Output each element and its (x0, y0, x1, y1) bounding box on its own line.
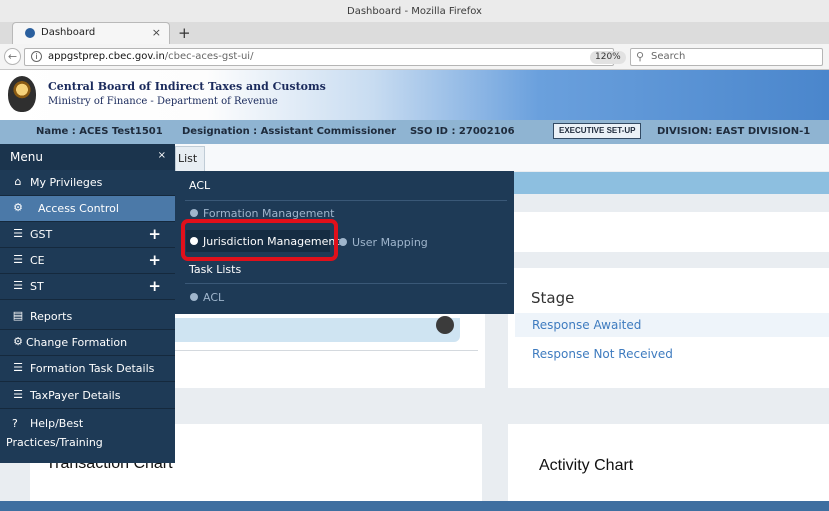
sidebar-item-reports[interactable]: ▤ Reports (0, 304, 175, 330)
sidebar-item-label: My Privileges (30, 176, 103, 189)
question-icon: ? (12, 417, 18, 430)
navigation-bar: ← i appgstprep.cbec.gov.in/cbec-aces-gst… (0, 44, 829, 70)
tasks-icon: ☰ (13, 388, 23, 401)
sidebar-item-change-formation[interactable]: ⚙ Change Formation (0, 330, 175, 356)
stage-link-response-awaited[interactable]: Response Awaited (532, 318, 641, 332)
window-titlebar: Dashboard - Mozilla Firefox (0, 0, 829, 24)
tab-strip: Dashboard × + (0, 22, 829, 44)
search-input[interactable]: ⚲ Search (630, 48, 823, 66)
expand-plus-icon[interactable]: + (148, 251, 161, 269)
user-info-bar: Name : ACES Test1501 Designation : Assis… (0, 120, 829, 144)
search-icon: ⚲ (636, 50, 645, 63)
home-icon: ⌂ (14, 175, 22, 188)
sidebar-item-label: Formation Task Details (30, 362, 155, 375)
division: DIVISION: EAST DIVISION-1 (657, 126, 811, 137)
search-placeholder: Search (651, 51, 686, 62)
sidebar-item-label: TaxPayer Details (30, 389, 121, 402)
circle-arrow-icon (339, 238, 347, 246)
back-arrow-icon[interactable]: ← (4, 48, 21, 65)
sidebar-item-label: ST (30, 280, 44, 293)
stage-link-response-not-received[interactable]: Response Not Received (532, 347, 673, 361)
list-icon: ☰ (13, 279, 23, 292)
zoom-level[interactable]: 120% (590, 51, 626, 64)
sidebar-item-label: Practices/Training (6, 436, 103, 449)
list-icon: ☰ (13, 227, 23, 240)
link-user-mapping[interactable]: User Mapping (339, 236, 428, 249)
highlight-box (181, 219, 338, 261)
file-icon: ▤ (12, 309, 24, 322)
user-name: Name : ACES Test1501 (36, 126, 163, 137)
activity-chart-title: Activity Chart (539, 457, 634, 474)
dashboard-icon: ⚙ (13, 201, 23, 214)
tab-close-icon[interactable]: × (152, 26, 161, 39)
tasks-icon: ☰ (13, 361, 23, 374)
url-text: appgstprep.cbec.gov.in/cbec-aces-gst-ui/ (48, 51, 254, 62)
expand-plus-icon[interactable]: + (148, 277, 161, 295)
dropdown-section-task-lists: Task Lists (189, 263, 242, 276)
sidebar-menu: Menu × ⌂ My Privileges ⚙ Access Control … (0, 144, 175, 463)
sidebar-item-my-privileges[interactable]: ⌂ My Privileges (0, 170, 175, 196)
stage-row[interactable]: Response Awaited (515, 313, 829, 337)
dropdown-section-acl: ACL (189, 179, 211, 192)
sidebar-item-formation-task-details[interactable]: ☰ Formation Task Details (0, 356, 175, 382)
stage-title: Stage (531, 289, 575, 307)
user-designation: Designation : Assistant Commissioner (182, 126, 397, 137)
circle-arrow-icon (190, 293, 198, 301)
left-card-toggle[interactable] (436, 316, 454, 334)
sso-id: SSO ID : 27002106 (410, 126, 515, 137)
org-subtitle: Ministry of Finance - Department of Reve… (48, 96, 278, 107)
sidebar-item-taxpayer-details[interactable]: ☰ TaxPayer Details (0, 383, 175, 409)
sidebar-item-label: CE (30, 254, 45, 267)
sidebar-item-label: Reports (30, 310, 73, 323)
sidebar-close-icon[interactable]: × (158, 150, 166, 161)
sidebar-item-gst[interactable]: ☰ GST + (0, 222, 175, 248)
sidebar-item-label: Access Control (38, 202, 119, 215)
sidebar-item-ce[interactable]: ☰ CE + (0, 248, 175, 274)
sidebar-item-help-best-practices[interactable]: ? Help/Best Practices/Training (0, 411, 175, 463)
tab-label: Dashboard (41, 27, 96, 38)
browser-tab-dashboard[interactable]: Dashboard × (12, 22, 170, 44)
sidebar-item-label: Help/Best (30, 417, 84, 430)
site-header: Central Board of Indirect Taxes and Cust… (0, 70, 829, 120)
left-card-divider (175, 350, 478, 351)
sidebar-header: Menu × (0, 144, 175, 170)
sidebar-item-label: GST (30, 228, 53, 241)
footer (0, 501, 829, 511)
expand-plus-icon[interactable]: + (148, 225, 161, 243)
org-name: Central Board of Indirect Taxes and Cust… (48, 80, 326, 93)
gear-icon: ⚙ (13, 335, 23, 348)
link-acl[interactable]: ACL (190, 291, 224, 304)
cbic-emblem-icon (8, 76, 36, 112)
url-field[interactable]: i appgstprep.cbec.gov.in/cbec-aces-gst-u… (24, 48, 638, 66)
stage-row[interactable]: Response Not Received (515, 342, 829, 366)
list-icon: ☰ (13, 253, 23, 266)
sidebar-item-access-control[interactable]: ⚙ Access Control (0, 196, 175, 222)
window-title: Dashboard - Mozilla Firefox (347, 6, 482, 17)
sidebar-title: Menu (10, 150, 43, 164)
sidebar-item-label: Change Formation (26, 336, 128, 349)
circle-arrow-icon (190, 209, 198, 217)
sidebar-item-st[interactable]: ☰ ST + (0, 274, 175, 300)
new-tab-button[interactable]: + (178, 24, 191, 42)
favicon-icon (25, 28, 35, 38)
info-icon[interactable]: i (31, 51, 42, 62)
dropdown-divider (185, 283, 507, 284)
left-card-bar (175, 318, 460, 342)
dropdown-divider (185, 200, 507, 201)
tab-list[interactable]: List (175, 146, 205, 171)
executive-setup-button[interactable]: EXECUTIVE SET-UP (553, 123, 642, 139)
